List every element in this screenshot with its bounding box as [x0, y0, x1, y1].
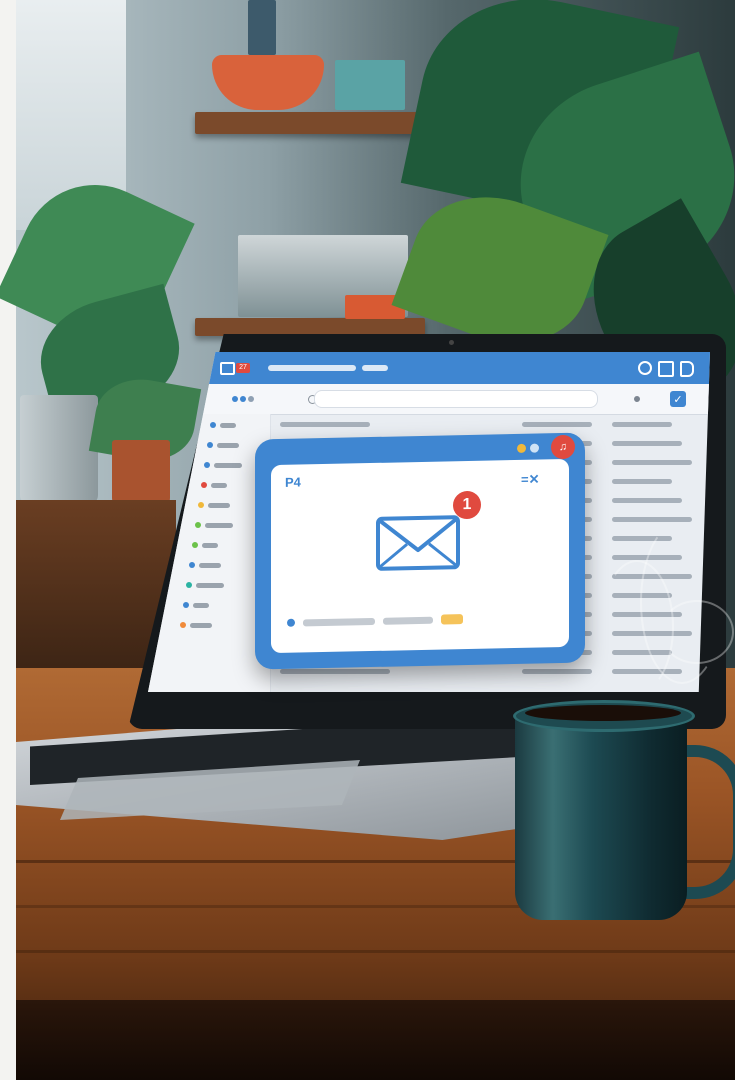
folder-item[interactable]: [199, 563, 221, 568]
notification-corner-badge[interactable]: ♫: [551, 434, 575, 460]
plant-pot: [112, 440, 170, 508]
toolbar-dot[interactable]: [232, 396, 238, 402]
folder-item[interactable]: [190, 623, 212, 628]
notification-body: P4 =✕ 1: [271, 458, 569, 654]
message-text: [612, 460, 692, 465]
steam-wisp: [660, 600, 734, 664]
folder-item[interactable]: [214, 463, 242, 468]
lower-shelf: [195, 318, 425, 336]
folder-icon[interactable]: [201, 482, 207, 488]
folder-icon[interactable]: [180, 622, 186, 628]
envelope-icon: [376, 515, 460, 571]
folder-icon[interactable]: [192, 542, 198, 548]
window-dot[interactable]: [517, 443, 526, 453]
bookmark-icon[interactable]: [680, 361, 694, 377]
folder-icon[interactable]: [207, 442, 213, 448]
plant-pot: [20, 395, 98, 505]
window-dot[interactable]: [530, 443, 539, 453]
mug-body: [515, 710, 687, 920]
address-bar[interactable]: [268, 365, 356, 371]
folder-item[interactable]: [202, 543, 218, 548]
webcam-icon: [449, 340, 454, 345]
unread-count-badge: 1: [453, 490, 481, 520]
message-tag[interactable]: [441, 614, 463, 625]
browser-topbar: 27: [148, 352, 710, 384]
settings-dot[interactable]: [634, 396, 640, 402]
tab-badge: 27: [236, 363, 250, 373]
toolbar-dot[interactable]: [248, 396, 254, 402]
folder-item[interactable]: [205, 523, 233, 528]
shelf-book: [248, 0, 276, 55]
message-text: [612, 498, 682, 503]
message-text: [612, 479, 672, 484]
message-row[interactable]: [272, 422, 710, 430]
folder-icon[interactable]: [204, 462, 210, 468]
folder-item[interactable]: [217, 443, 239, 448]
desk-edge: [16, 1000, 735, 1080]
status-dot: [287, 618, 295, 627]
toolbar-dot[interactable]: [240, 396, 246, 402]
coffee-surface: [525, 705, 681, 721]
search-icon[interactable]: [638, 361, 652, 375]
folder-icon[interactable]: [186, 582, 192, 588]
message-text: [522, 422, 592, 427]
compose-button[interactable]: ✓: [670, 391, 686, 407]
message-text: [612, 422, 672, 427]
folder-item[interactable]: [196, 583, 224, 588]
mail-notification-popup[interactable]: ♫ P4 =✕ 1: [255, 432, 585, 670]
message-text: [280, 669, 390, 674]
coffee-mug: [513, 700, 735, 925]
folder-icon[interactable]: [195, 522, 201, 528]
compose-icon[interactable]: [658, 361, 674, 377]
address-bar[interactable]: [362, 365, 388, 371]
photo-border: [0, 0, 16, 1080]
folder-item[interactable]: [208, 503, 230, 508]
message-preview: [383, 616, 433, 625]
shelf-book: [335, 60, 405, 110]
app-mark: P4: [285, 474, 301, 490]
folder-icon[interactable]: [210, 422, 216, 428]
folder-item[interactable]: [193, 603, 209, 608]
folder-item[interactable]: [220, 423, 236, 428]
folder-item[interactable]: [211, 483, 227, 488]
message-text: [280, 422, 370, 427]
window-icon: [220, 362, 235, 375]
folder-icon[interactable]: [198, 502, 204, 508]
close-icon[interactable]: =✕: [521, 471, 539, 487]
search-input[interactable]: [314, 390, 598, 408]
folder-icon[interactable]: [189, 562, 195, 568]
message-text: [522, 669, 592, 674]
message-text: [612, 441, 682, 446]
folder-icon[interactable]: [183, 602, 189, 608]
message-preview: [303, 617, 375, 627]
desk-grain: [16, 950, 735, 953]
scene: 27 ✓ ♫ P4 =✕ 1: [0, 0, 735, 1080]
